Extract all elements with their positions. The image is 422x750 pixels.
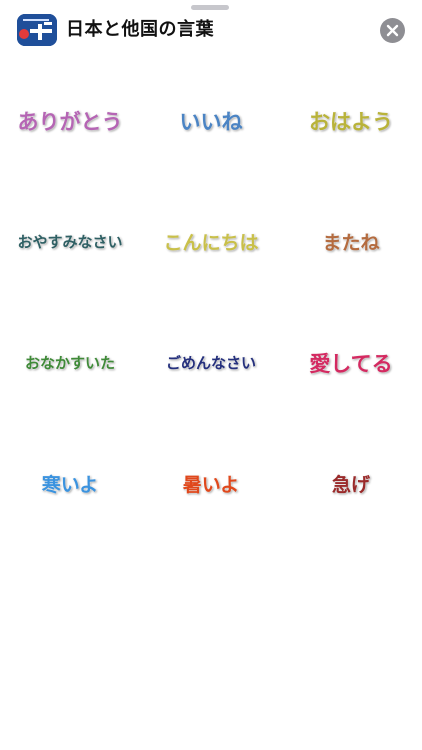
sticker-iine[interactable]: いいね: [141, 60, 281, 181]
sticker-grid: ありがとう いいね おはよう おやすみなさい こんにちは またね おなかすいた: [0, 60, 422, 544]
sticker-arigatou[interactable]: ありがとう: [0, 60, 140, 181]
sticker-sheet: 日本と他国の言葉 ありがとう いいね おはよう おやすみなさい こんにちは また…: [0, 0, 422, 750]
sticker-label: またね: [322, 232, 380, 254]
close-button[interactable]: [380, 18, 405, 43]
sticker-aishiteru[interactable]: 愛してる: [281, 302, 421, 423]
sticker-gomennasai[interactable]: ごめんなさい: [141, 302, 281, 423]
sticker-label: ありがとう: [17, 109, 123, 134]
sticker-label: ごめんなさい: [165, 354, 256, 372]
sticker-onakasuita[interactable]: おなかすいた: [0, 302, 140, 423]
sticker-label: おやすみなさい: [17, 233, 123, 251]
sticker-label: 寒いよ: [41, 474, 99, 496]
app-logo-icon: [17, 14, 57, 46]
sticker-matane[interactable]: またね: [281, 181, 421, 302]
sticker-ohayou[interactable]: おはよう: [281, 60, 421, 181]
sticker-row: 寒いよ 暑いよ 急げ: [0, 423, 422, 544]
sticker-label: いいね: [179, 109, 243, 134]
app-title: 日本と他国の言葉: [66, 19, 214, 40]
header: 日本と他国の言葉: [0, 12, 422, 48]
sticker-atsuiyo[interactable]: 暑いよ: [141, 423, 281, 544]
sticker-konnichiwa[interactable]: こんにちは: [141, 181, 281, 302]
sticker-label: 暑いよ: [182, 474, 240, 496]
sticker-row: おなかすいた ごめんなさい 愛してる: [0, 302, 422, 423]
sticker-samuiyo[interactable]: 寒いよ: [0, 423, 140, 544]
sticker-label: 急げ: [331, 474, 370, 496]
sticker-label: こんにちは: [163, 232, 259, 254]
sticker-row: おやすみなさい こんにちは またね: [0, 181, 422, 302]
sticker-row: ありがとう いいね おはよう: [0, 60, 422, 181]
sticker-label: おはよう: [309, 109, 393, 134]
sticker-oyasuminasai[interactable]: おやすみなさい: [0, 181, 140, 302]
sticker-isoge[interactable]: 急げ: [281, 423, 421, 544]
close-icon: [386, 24, 399, 37]
sheet-grabber[interactable]: [191, 5, 229, 10]
sticker-label: 愛してる: [309, 351, 393, 376]
sticker-label: おなかすいた: [24, 354, 115, 372]
